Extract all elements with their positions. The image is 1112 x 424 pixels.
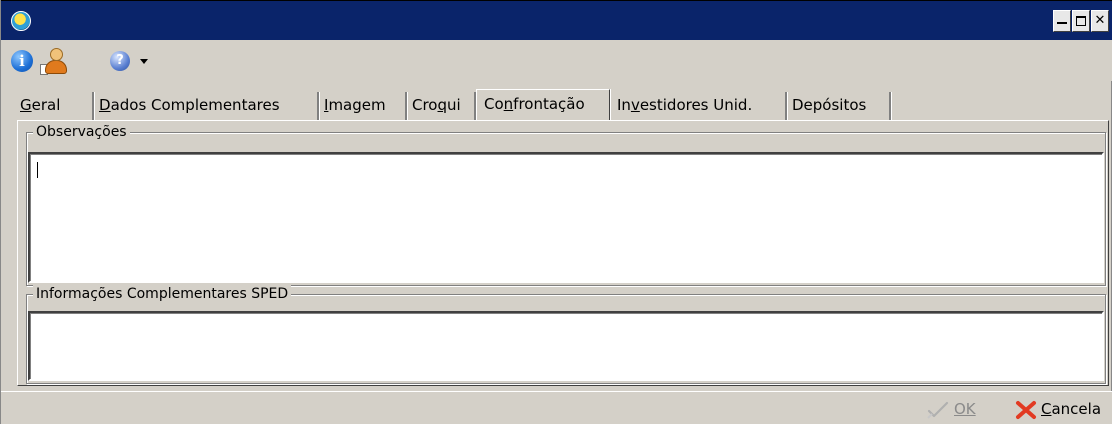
cancel-button[interactable]: Cancela — [1015, 398, 1101, 422]
maximize-icon — [1076, 16, 1086, 26]
close-button[interactable]: ✕ — [1091, 10, 1109, 32]
ok-button[interactable]: OK — [927, 398, 976, 422]
toolbar: i ? — [1, 40, 1112, 81]
dialog-window: ✕ i ? Geral Dados Complementares Imagem … — [0, 0, 1112, 424]
sped-legend: Informações Complementares SPED — [33, 285, 292, 303]
observacoes-legend: Observações — [33, 123, 130, 141]
tab-strip: Geral Dados Complementares Imagem Croqui… — [15, 89, 1105, 120]
info-icon[interactable]: i — [11, 50, 33, 72]
maximize-button[interactable] — [1072, 10, 1090, 32]
tab-confrontacao[interactable]: Confrontação — [476, 89, 610, 120]
title-bar[interactable]: ✕ — [1, 0, 1112, 40]
x-icon — [1016, 400, 1036, 419]
sped-group: Informações Complementares SPED — [26, 285, 1106, 384]
minimize-button[interactable] — [1053, 10, 1071, 32]
sped-textarea[interactable] — [28, 311, 1104, 381]
help-icon[interactable]: ? — [110, 51, 130, 71]
cancel-label: Cancela — [1041, 400, 1101, 418]
ok-label: OK — [954, 400, 976, 418]
tab-investidores-unid[interactable]: Investidores Unid. — [612, 92, 787, 120]
minimize-icon — [1057, 22, 1067, 24]
tab-geral[interactable]: Geral — [15, 92, 94, 120]
tab-croqui[interactable]: Croqui — [407, 92, 476, 120]
check-icon — [927, 401, 949, 419]
user-icon[interactable] — [40, 48, 72, 76]
observacoes-group: Observações — [26, 123, 1106, 286]
cancel-label-mnemonic: C — [1041, 400, 1052, 418]
close-icon: ✕ — [1094, 13, 1106, 28]
button-bar: OK Cancela — [1, 391, 1112, 424]
user-head — [50, 48, 63, 61]
tab-page-confrontacao: Observações Informações Complementares S… — [17, 120, 1109, 386]
observacoes-textarea[interactable] — [28, 152, 1104, 283]
tab-imagem[interactable]: Imagem — [319, 92, 407, 120]
text-caret — [37, 162, 38, 178]
chevron-down-icon[interactable] — [140, 59, 148, 64]
user-body — [45, 60, 67, 74]
cancel-label-rest: ancela — [1051, 400, 1102, 418]
app-icon[interactable] — [11, 11, 31, 31]
tab-depositos[interactable]: Depósitos — [787, 92, 891, 120]
tab-dados-complementares[interactable]: Dados Complementares — [94, 92, 319, 120]
